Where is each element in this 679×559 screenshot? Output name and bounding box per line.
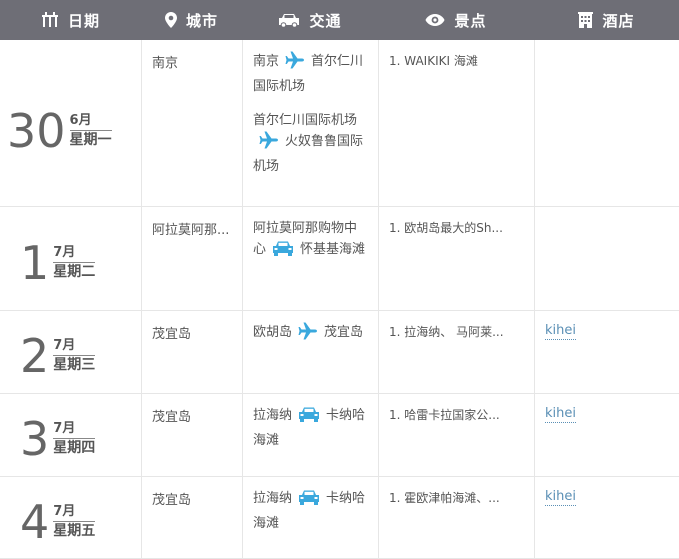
transport-cell: 南京 首尔仁川国际机场 首尔仁川国际机场火奴鲁鲁国际机场 <box>242 40 378 206</box>
month-weekday: 7月 星期四 <box>53 421 96 458</box>
spot-cell: 1. 哈雷卡拉国家公... <box>378 394 534 476</box>
transport-from: 拉海纳 <box>253 408 293 423</box>
hotel-link[interactable]: kihei <box>545 406 576 423</box>
city-name[interactable]: 阿拉莫阿那... <box>152 219 240 238</box>
transport-from: 欧胡岛 <box>253 325 293 340</box>
table-row: 4 7月 星期五 茂宜岛 拉海纳 卡纳哈海滩 1. 霍欧津帕海滩、... kih… <box>0 477 679 559</box>
transport-segment: 首尔仁川国际机场火奴鲁鲁国际机场 <box>253 110 368 177</box>
plane-icon <box>259 131 279 156</box>
day-number: 4 <box>20 495 50 549</box>
header-city-label: 城市 <box>185 11 218 30</box>
header-spot: 景点 <box>378 0 534 40</box>
city-cell: 茂宜岛 <box>141 477 242 558</box>
transport-segment: 拉海纳 卡纳哈海滩 <box>253 405 368 451</box>
hotel-cell: kihei <box>534 311 679 393</box>
spot-name[interactable]: 1. 哈雷卡拉国家公... <box>389 406 525 423</box>
city-cell: 南京 <box>141 40 242 206</box>
table-row: 2 7月 星期三 茂宜岛 欧胡岛 茂宜岛 1. 拉海纳、 马阿莱... kihe… <box>0 311 679 394</box>
spot-cell: 1. WAIKIKI 海滩 <box>378 40 534 206</box>
date-cell: 4 7月 星期五 <box>0 477 141 558</box>
transport-from: 首尔仁川国际机场 <box>253 113 358 128</box>
header-city: 城市 <box>141 0 242 40</box>
city-name[interactable]: 茂宜岛 <box>152 323 240 342</box>
month-label: 6月 <box>69 113 112 131</box>
header-transport-label: 交通 <box>309 11 342 30</box>
weekday-label: 星期四 <box>53 439 96 456</box>
spot-cell: 1. 欧胡岛最大的Sh... <box>378 207 534 310</box>
itinerary-table: 日期 城市 交通 景点 酒店 30 6月 星期一 南京 南京 首尔仁川国际机场 … <box>0 0 679 559</box>
hotel-cell <box>534 207 679 310</box>
hotel-cell: kihei <box>534 394 679 476</box>
table-row: 3 7月 星期四 茂宜岛 拉海纳 卡纳哈海滩 1. 哈雷卡拉国家公... kih… <box>0 394 679 477</box>
month-label: 7月 <box>53 421 96 439</box>
weekday-label: 星期三 <box>53 356 96 373</box>
header-transport: 交通 <box>242 0 378 40</box>
header-date: 日期 <box>0 0 141 40</box>
header-hotel-label: 酒店 <box>602 11 635 30</box>
transport-cell: 欧胡岛 茂宜岛 <box>242 311 378 393</box>
table-row: 30 6月 星期一 南京 南京 首尔仁川国际机场 首尔仁川国际机场火奴鲁鲁国际机场 <box>0 40 679 207</box>
city-name[interactable]: 茂宜岛 <box>152 406 240 425</box>
calendar-icon <box>41 12 58 27</box>
table-row: 1 7月 星期二 阿拉莫阿那... 阿拉莫阿那购物中心 怀基基海滩 1. 欧胡岛… <box>0 207 679 311</box>
month-weekday: 6月 星期一 <box>69 113 112 150</box>
hotel-cell: kihei <box>534 477 679 558</box>
hotel-link[interactable]: kihei <box>545 323 576 340</box>
city-name[interactable]: 茂宜岛 <box>152 489 240 508</box>
transport-cell: 阿拉莫阿那购物中心 怀基基海滩 <box>242 207 378 310</box>
header-hotel: 酒店 <box>534 0 679 40</box>
plane-icon <box>298 322 318 347</box>
spot-name[interactable]: 1. 欧胡岛最大的Sh... <box>389 219 525 236</box>
month-label: 7月 <box>53 504 96 522</box>
header-spot-label: 景点 <box>454 11 487 30</box>
car-icon <box>298 489 320 513</box>
transport-from: 南京 <box>253 54 280 69</box>
month-weekday: 7月 星期三 <box>53 338 96 375</box>
city-cell: 茂宜岛 <box>141 394 242 476</box>
spot-name[interactable]: 1. WAIKIKI 海滩 <box>389 52 525 69</box>
city-name[interactable]: 南京 <box>152 52 240 71</box>
plane-icon <box>285 51 305 76</box>
spot-cell: 1. 霍欧津帕海滩、... <box>378 477 534 558</box>
date-cell: 30 6月 星期一 <box>0 40 141 206</box>
day-number: 30 <box>7 104 66 158</box>
month-label: 7月 <box>53 338 96 356</box>
weekday-label: 星期一 <box>69 131 112 148</box>
transport-to: 茂宜岛 <box>324 325 364 340</box>
month-weekday: 7月 星期五 <box>53 504 96 541</box>
day-number: 1 <box>20 236 50 290</box>
transport-segment: 拉海纳 卡纳哈海滩 <box>253 488 368 534</box>
day-number: 2 <box>20 329 50 383</box>
transport-cell: 拉海纳 卡纳哈海滩 <box>242 477 378 558</box>
eye-icon <box>425 14 445 26</box>
building-icon <box>578 12 594 28</box>
location-pin-icon <box>164 12 177 28</box>
month-label: 7月 <box>53 245 96 263</box>
spot-name[interactable]: 1. 拉海纳、 马阿莱... <box>389 323 525 340</box>
date-cell: 3 7月 星期四 <box>0 394 141 476</box>
car-icon <box>272 240 294 264</box>
month-weekday: 7月 星期二 <box>53 245 96 282</box>
transport-segment: 阿拉莫阿那购物中心 怀基基海滩 <box>253 218 368 264</box>
header-date-label: 日期 <box>67 11 100 30</box>
car-icon <box>279 13 300 28</box>
date-cell: 1 7月 星期二 <box>0 207 141 310</box>
weekday-label: 星期二 <box>53 263 96 280</box>
spot-name[interactable]: 1. 霍欧津帕海滩、... <box>389 489 525 506</box>
car-icon <box>298 406 320 430</box>
transport-cell: 拉海纳 卡纳哈海滩 <box>242 394 378 476</box>
hotel-cell <box>534 40 679 206</box>
city-cell: 茂宜岛 <box>141 311 242 393</box>
transport-from: 拉海纳 <box>253 491 293 506</box>
weekday-label: 星期五 <box>53 522 96 539</box>
day-number: 3 <box>20 412 50 466</box>
spot-cell: 1. 拉海纳、 马阿莱... <box>378 311 534 393</box>
city-cell: 阿拉莫阿那... <box>141 207 242 310</box>
date-cell: 2 7月 星期三 <box>0 311 141 393</box>
table-header: 日期 城市 交通 景点 酒店 <box>0 0 679 40</box>
hotel-link[interactable]: kihei <box>545 489 576 506</box>
transport-segment: 欧胡岛 茂宜岛 <box>253 322 368 347</box>
transport-to: 怀基基海滩 <box>300 242 366 257</box>
transport-segment: 南京 首尔仁川国际机场 <box>253 51 368 97</box>
